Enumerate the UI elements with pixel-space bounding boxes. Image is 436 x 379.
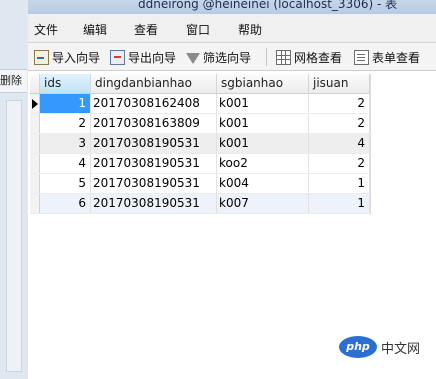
watermark: php 中文网 <box>339 336 420 358</box>
table-cell[interactable]: 6 <box>40 194 91 213</box>
toolbar-separator <box>266 48 267 66</box>
table-cell[interactable]: koo2 <box>217 154 309 173</box>
table-cell[interactable]: 20170308162408 <box>91 94 217 113</box>
table-cell[interactable]: 1 <box>40 94 91 113</box>
background-delete-button[interactable]: 删除 <box>0 69 27 93</box>
table-cell[interactable]: 20170308190531 <box>91 194 217 213</box>
table-cell[interactable]: 2 <box>309 94 370 113</box>
row-indicator[interactable] <box>30 134 40 153</box>
table-cell[interactable]: k001 <box>217 134 309 153</box>
table-cell[interactable]: 2 <box>309 114 370 133</box>
menu-edit[interactable]: 编辑 <box>83 21 107 38</box>
table-cell[interactable]: 20170308190531 <box>91 154 217 173</box>
table-cell[interactable]: k001 <box>217 94 309 113</box>
table-cell[interactable]: 1 <box>309 194 370 213</box>
grid-icon <box>276 49 291 65</box>
export-label: 导出向导 <box>128 50 177 65</box>
table-row[interactable]: 6 20170308190531 k007 1 <box>30 194 370 214</box>
form-icon <box>354 49 369 65</box>
column-header-jisuan[interactable]: jisuan <box>309 74 370 93</box>
filter-wizard-button[interactable]: 筛选向导 <box>186 47 251 67</box>
table-cell[interactable]: 1 <box>309 174 370 193</box>
title-bar[interactable]: ddneirong @heineinei (localhost_3306) - … <box>28 0 436 14</box>
table-cell[interactable]: 4 <box>40 154 91 173</box>
table-cell[interactable]: 3 <box>40 134 91 153</box>
import-icon <box>34 49 49 65</box>
import-label: 导入向导 <box>52 50 101 65</box>
import-wizard-button[interactable]: 导入向导 <box>34 47 100 67</box>
table-row[interactable]: 2 20170308163809 k001 2 <box>30 114 370 134</box>
table-cell[interactable]: k007 <box>217 194 309 213</box>
filter-label: 筛选向导 <box>203 50 252 65</box>
background-scrollbar[interactable] <box>6 100 22 372</box>
table-cell[interactable]: 5 <box>40 174 91 193</box>
current-row-arrow-icon <box>32 99 38 109</box>
table-row[interactable]: 4 20170308190531 koo2 2 <box>30 154 370 174</box>
table-row[interactable]: 5 20170308190531 k004 1 <box>30 174 370 194</box>
grid-header: ids dingdanbianhao sgbianhao jisuan <box>30 74 370 94</box>
menu-view[interactable]: 查看 <box>134 21 158 38</box>
header-corner <box>30 74 40 93</box>
export-icon <box>110 49 125 65</box>
table-cell[interactable]: 4 <box>309 134 370 153</box>
row-indicator[interactable] <box>30 114 40 133</box>
table-row[interactable]: 3 20170308190531 k001 4 <box>30 134 370 154</box>
table-cell[interactable]: 20170308190531 <box>91 174 217 193</box>
row-indicator[interactable] <box>30 154 40 173</box>
export-wizard-button[interactable]: 导出向导 <box>110 47 176 67</box>
menu-window[interactable]: 窗口 <box>186 21 210 38</box>
column-header-sgbianhao[interactable]: sgbianhao <box>217 74 309 93</box>
table-row[interactable]: 1 20170308162408 k001 2 <box>30 94 370 114</box>
form-view-button[interactable]: 表单查看 <box>354 47 420 67</box>
table-window: ddneirong @heineinei (localhost_3306) - … <box>28 0 436 379</box>
data-grid: ids dingdanbianhao sgbianhao jisuan 1 20… <box>30 74 371 214</box>
row-indicator[interactable] <box>30 194 40 213</box>
row-indicator[interactable] <box>30 94 40 113</box>
table-cell[interactable]: 20170308190531 <box>91 134 217 153</box>
row-indicator[interactable] <box>30 174 40 193</box>
column-header-dingdanbianhao[interactable]: dingdanbianhao <box>91 74 217 93</box>
table-cell[interactable]: k001 <box>217 114 309 133</box>
background-window: 删除 <box>0 0 29 379</box>
window-title: ddneirong @heineinei (localhost_3306) - … <box>138 0 398 11</box>
menu-bar: 文件 编辑 查看 窗口 帮助 <box>28 14 436 43</box>
table-cell[interactable]: 2 <box>309 154 370 173</box>
column-header-ids[interactable]: ids <box>40 74 91 93</box>
form-view-label: 表单查看 <box>372 50 421 65</box>
table-cell[interactable]: 20170308163809 <box>91 114 217 133</box>
php-logo: php <box>339 336 377 358</box>
grid-view-button[interactable]: 网格查看 <box>276 47 342 67</box>
menu-help[interactable]: 帮助 <box>238 21 262 38</box>
watermark-text: 中文网 <box>381 341 421 357</box>
table-cell[interactable]: k004 <box>217 174 309 193</box>
grid-view-label: 网格查看 <box>294 50 343 65</box>
toolbar: 导入向导 导出向导 筛选向导 网格查看 表单查看 <box>28 43 436 71</box>
table-cell[interactable]: 2 <box>40 114 91 133</box>
filter-icon <box>186 52 200 64</box>
menu-file[interactable]: 文件 <box>34 21 58 38</box>
